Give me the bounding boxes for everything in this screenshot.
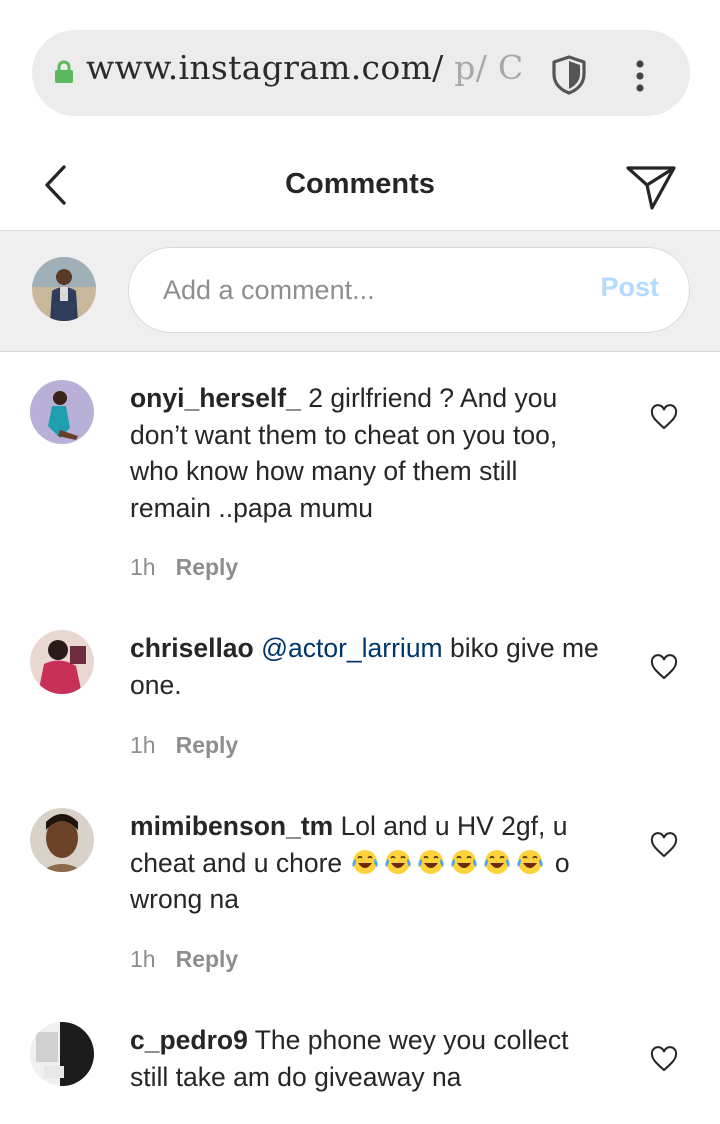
self-avatar-image [32,257,96,321]
avatar[interactable] [30,380,94,444]
comments-header: Comments [0,140,720,230]
send-icon[interactable] [624,160,678,212]
comment-meta: 1h Reply [130,732,238,759]
heart-icon[interactable] [650,404,678,430]
user-avatar-image [30,630,94,694]
laughing-emoji-icon [384,849,411,874]
url-text: www.instagram.com/ p/ C [86,48,524,87]
comment-text: c_pedro9 The phone wey you collect still… [130,1022,600,1095]
laughing-emoji-icon [483,849,510,874]
post-button[interactable]: Post [600,272,659,303]
laughing-emoji-row [350,848,548,878]
comment-time: 1h [130,554,156,580]
comment-time: 1h [130,946,156,972]
url-path: p/ C [443,48,524,87]
comment-text: onyi_herself_ 2 girlfriend ? And you don… [130,380,600,526]
comment-input[interactable] [163,268,563,312]
comment-mention[interactable]: @actor_larrium [261,633,443,663]
lock-icon [55,60,73,83]
avatar[interactable] [30,808,94,872]
avatar[interactable] [30,1022,94,1086]
shield-icon[interactable] [550,54,588,96]
avatar [32,257,96,321]
avatar[interactable] [30,630,94,694]
url-main: www.instagram.com/ [86,48,444,87]
heart-icon[interactable] [650,654,678,680]
comment-composer: Post [0,230,720,352]
comment-field: Post [128,247,690,333]
user-avatar-image [30,808,94,872]
url-field[interactable]: www.instagram.com/ p/ C [32,30,690,116]
browser-address-bar: www.instagram.com/ p/ C [0,0,720,140]
page-title: Comments [285,168,435,200]
comment-meta: 1h Reply [130,946,238,973]
kebab-menu-icon[interactable] [628,56,652,96]
user-avatar-image [30,1022,94,1086]
comment-username[interactable]: onyi_herself_ [130,383,301,413]
laughing-emoji-icon [516,849,543,874]
comment-username[interactable]: mimibenson_tm [130,811,333,841]
laughing-emoji-icon [450,849,477,874]
laughing-emoji-icon [351,849,378,874]
heart-icon[interactable] [650,1046,678,1072]
comment-time: 1h [130,732,156,758]
reply-button[interactable]: Reply [176,732,239,759]
heart-icon[interactable] [650,832,678,858]
reply-button[interactable]: Reply [176,946,239,973]
comment-text: mimibenson_tm Lol and u HV 2gf, u cheat … [130,808,600,918]
comment-username[interactable]: c_pedro9 [130,1025,248,1055]
reply-button[interactable]: Reply [176,554,239,581]
user-avatar-image [30,380,94,444]
comment-meta: 1h Reply [130,554,238,581]
comment-text: chrisellao @actor_larrium biko give me o… [130,630,600,703]
comment-username[interactable]: chrisellao [130,633,254,663]
laughing-emoji-icon [417,849,444,874]
